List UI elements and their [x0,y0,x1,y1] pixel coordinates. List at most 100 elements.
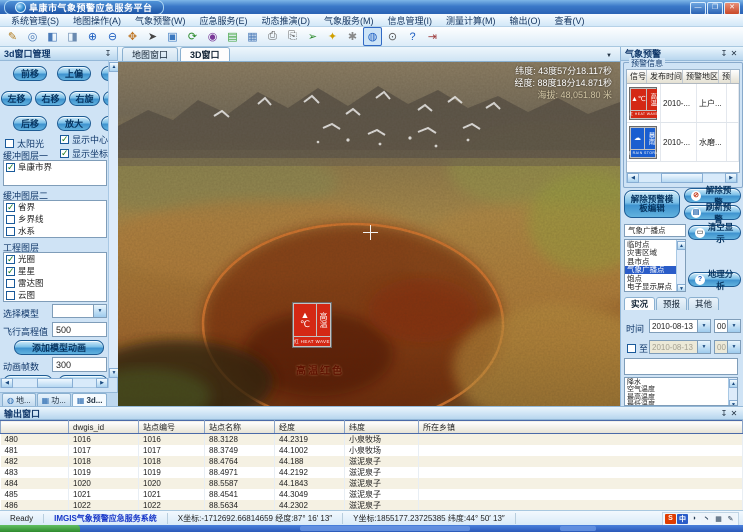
checkbox-icon[interactable] [6,279,15,288]
sogou-ime-icon[interactable]: S [665,514,676,524]
chevron-down-icon[interactable]: ▼ [697,320,710,332]
zoom-out-icon[interactable]: ⊖ [103,27,122,46]
nav-button[interactable]: 左移 [1,91,32,106]
tab-map-layers[interactable]: ◍ 地... [2,393,36,406]
checkbox-icon[interactable] [6,163,15,172]
nav-button[interactable]: 前移 [13,66,47,81]
pointer-icon[interactable]: ➤ [143,27,162,46]
table-row[interactable]: 4841020 102088.5587 44.1843滋泥泉子 [1,478,743,489]
visibility-icon[interactable]: ⊙ [383,27,402,46]
refresh-warning-button[interactable]: ▤ 刷新预警 [684,205,741,220]
soft-keyboard-icon[interactable]: ▦ [713,514,724,524]
scroll-left-icon[interactable]: ◀ [1,378,13,388]
scroll-right-icon[interactable]: ▶ [96,378,108,388]
sunlight-checkbox[interactable]: 太阳光 [3,137,44,149]
table-row[interactable]: 4851021 102188.4541 44.3049滋泥泉子 [1,489,743,500]
nav-button[interactable]: 右移 [35,91,66,106]
tab-list-dropdown-icon[interactable]: ▼ [602,50,616,61]
menu-item[interactable]: 地图操作(A) [66,14,128,27]
show-coords-checkbox[interactable]: 显示坐标 [58,147,108,159]
element-filter-box[interactable] [624,358,738,375]
menu-item[interactable]: 输出(O) [503,14,548,27]
warning-table-hscrollbar[interactable]: ◀ ▶ [626,173,738,183]
output-column-header[interactable]: 所在乡镇 [419,421,743,434]
buffer-layer2-list[interactable]: 省界 乡界线 水系 [3,200,107,238]
geo-analysis-button[interactable]: ? 地理分析 [688,272,741,287]
menu-item[interactable]: 应急服务(E) [193,14,255,27]
image-layer-icon[interactable]: ▤ [223,27,242,46]
checkbox-icon[interactable] [6,203,15,212]
checkbox-icon[interactable] [60,149,69,158]
output-column-header[interactable]: 经度 [275,421,345,434]
checkbox-icon[interactable] [6,255,15,264]
tab-map-window[interactable]: 地图窗口 [122,47,178,61]
layer-item[interactable]: 雷达图 [4,277,106,289]
scroll-up-icon[interactable]: ▲ [677,241,686,250]
tab-3d-manage[interactable]: ▦ 3d... [72,393,108,406]
layer-item[interactable]: 省界 [4,201,106,213]
taskbar-item[interactable] [300,526,470,531]
refresh-view-icon[interactable]: ⟳ [183,27,202,46]
menu-item[interactable]: 气象预警(W) [128,14,193,27]
scroll-up-icon[interactable]: ▲ [729,379,738,388]
zoom-in-icon[interactable]: ⊕ [83,27,102,46]
left-panel-vertical-scrollbar[interactable]: ▲ ▼ [108,61,118,378]
start-button-edge[interactable] [0,525,80,532]
to-checkbox[interactable]: 至 [625,342,648,354]
menu-item[interactable]: 动态推演(D) [255,14,318,27]
snapshot-icon[interactable]: ▦ [243,27,262,46]
table-row[interactable]: 4831019 101988.4971 44.2192滋泥泉子 [1,467,743,478]
help-icon[interactable]: ? [403,27,422,46]
settings-icon[interactable]: ✱ [343,27,362,46]
ime-punct-icon[interactable]: 丶 [701,514,712,524]
close-icon[interactable]: ✕ [729,49,739,58]
point-list-vscrollbar[interactable]: ▲ ▼ [676,240,685,291]
pin-icon[interactable]: ↧ [719,409,729,418]
layer-item[interactable]: 星星 [4,265,106,277]
chevron-down-icon[interactable]: ▼ [727,341,740,353]
remove-warning-template-edit-button[interactable]: 解除预警模板编辑 [624,190,680,218]
pan-icon[interactable]: ✥ [123,27,142,46]
layer-item[interactable]: 云图 [4,289,106,301]
project-layers-list[interactable]: 光圈 星星 雷达图 云图 [3,252,107,302]
light-icon[interactable]: ✦ [323,27,342,46]
chevron-down-icon[interactable]: ▼ [727,320,740,332]
date-to-combo[interactable]: 2010-08-13 ▼ [649,340,711,354]
checkbox-icon[interactable] [6,291,15,300]
output-column-header[interactable]: 站点名称 [205,421,275,434]
checkbox-icon[interactable] [6,215,15,224]
clear-selection-icon[interactable]: ◨ [63,27,82,46]
nav-button[interactable]: 后移 [13,116,47,131]
layer-item[interactable]: 水系 [4,225,106,237]
flight-height-input[interactable]: 500 [52,322,107,337]
buffer-layer1-list[interactable]: 阜康市界 [3,160,107,186]
taskbar-item[interactable] [560,526,596,531]
print-icon[interactable]: ⎙ [263,27,282,46]
checkbox-icon[interactable] [6,227,15,236]
pin-icon[interactable]: ↧ [103,49,113,58]
chevron-down-icon[interactable]: ▼ [697,341,710,353]
nav-button[interactable]: 放大 [57,116,91,131]
element-list-vscrollbar[interactable]: ▲ ▼ [728,378,737,405]
hour-to-combo[interactable]: 00 ▼ [714,340,741,354]
exit-icon[interactable]: ⇥ [423,27,442,46]
fly-icon[interactable]: ➢ [303,27,322,46]
warning-table[interactable]: 信号发布时间预警地区预 ▲℃ 高温 红 HEAT WAVE 2010-... [626,69,740,173]
scroll-down-icon[interactable]: ▼ [677,284,686,292]
identify-icon[interactable]: ◎ [23,27,42,46]
scroll-right-icon[interactable]: ▶ [725,173,737,183]
pin-icon[interactable]: ↧ [719,49,729,58]
chevron-down-icon[interactable]: ▼ [93,305,106,317]
table-row[interactable]: 4811017 101788.3749 44.1002小泉牧场 [1,445,743,456]
add-model-anim-button[interactable]: 添加模型动画 [14,340,104,355]
left-panel-horizontal-scrollbar[interactable]: ◀ ▶ [0,378,109,388]
nav-button[interactable]: 右旋 [69,91,100,106]
measure-icon[interactable]: ✎ [3,27,22,46]
tab-functions[interactable]: ▦ 功... [37,393,71,406]
tab-3d-window[interactable]: 3D窗口 [180,47,230,61]
clear-display-button[interactable]: ▭ 清空显示 [688,225,741,240]
print-export-icon[interactable]: ⎘ [283,27,302,46]
scroll-down-icon[interactable]: ▼ [109,368,118,378]
checkbox-icon[interactable] [5,139,14,148]
close-icon[interactable]: ✕ [729,409,739,418]
